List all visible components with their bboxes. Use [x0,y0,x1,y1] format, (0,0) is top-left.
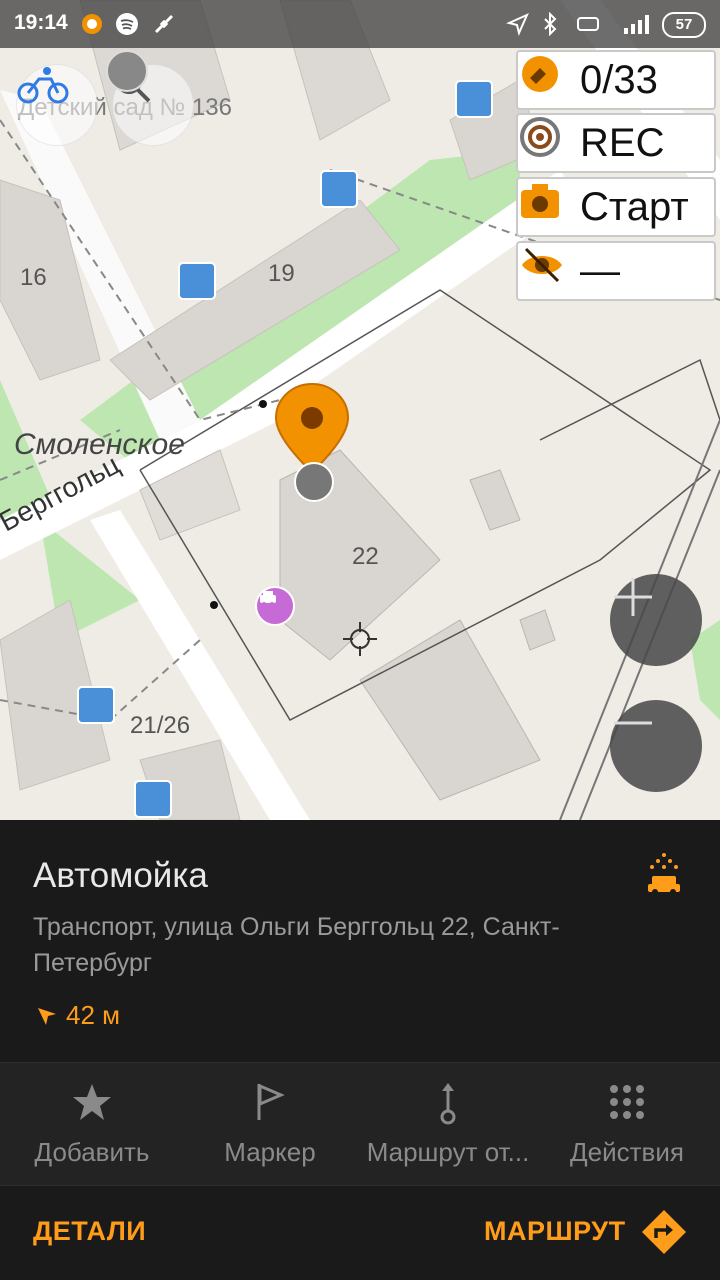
action-bar: Добавить Маркер Маршрут от... Действия [0,1062,720,1186]
eye-off-icon [522,247,562,283]
pedestrian-icon [106,50,148,92]
vibrate-icon [577,17,599,31]
poi-title: Автомойка [33,856,208,895]
zoom-out-button[interactable] [610,700,702,792]
visibility-widget[interactable]: — [516,241,716,301]
dots-grid-icon [610,1085,644,1119]
route-from-icon [440,1083,456,1125]
car-wash-node-icon[interactable] [294,462,334,502]
visibility-value: — [580,248,620,293]
selected-location-pin-icon[interactable] [274,382,350,474]
location-arrow-icon [506,13,529,36]
bicycle-icon [17,67,69,104]
flag-icon [257,1083,285,1120]
battery-indicator: 57 [662,12,706,38]
route-from-button[interactable]: Маршрут от... [358,1063,538,1185]
satellite-icon [522,56,558,92]
plus-icon [614,578,652,616]
status-time: 19:14 [14,11,68,34]
map-label-house-16: 16 [20,264,47,291]
parking-icon[interactable] [178,262,216,300]
signal-icon [624,15,649,34]
photo-note-widget[interactable]: Старт [516,177,716,237]
car-wash-icon [646,852,682,898]
photo-note-value: Старт [580,184,689,229]
add-marker-button[interactable]: Маркер [180,1063,360,1185]
map-label-house-19: 19 [268,260,295,287]
poi-address: Транспорт, улица Ольги Берггольц 22, Сан… [33,913,560,977]
minus-icon [614,721,652,725]
gps-satellites-widget[interactable]: 0/33 [516,50,716,110]
bluetooth-icon [544,12,557,36]
car-wash-poi-icon[interactable] [255,586,295,626]
app-notification-icon [82,14,102,34]
direction-arrow-icon [38,1007,56,1025]
map-label-house-21-26: 21/26 [130,712,191,739]
map-center-crosshair-icon [343,622,377,656]
poi-distance-value: 42 м [66,1000,121,1030]
parking-icon[interactable] [320,170,358,208]
satellite-status-icon [154,14,174,34]
route-diamond-icon[interactable] [640,1208,688,1256]
gps-satellites-value: 0/33 [580,57,658,102]
bicycle-profile-button[interactable] [16,64,98,146]
map-view[interactable]: Детский сад № 136 16 19 22 21/26 Смоленс… [0,0,720,820]
route-from-label: Маршрут от... [366,1137,530,1167]
add-favorite-button[interactable]: Добавить [2,1063,182,1185]
spotify-icon [116,13,138,35]
add-favorite-label: Добавить [34,1137,150,1167]
parking-icon[interactable] [77,686,115,724]
add-marker-label: Маркер [224,1137,316,1167]
map-label-house-22: 22 [352,543,379,570]
parking-icon[interactable] [134,780,172,818]
route-button[interactable]: МАРШРУТ [484,1216,626,1247]
zoom-in-button[interactable] [610,574,702,666]
trip-recording-value: REC [580,120,665,165]
details-button[interactable]: ДЕТАЛИ [33,1216,146,1247]
actions-menu-button[interactable]: Действия [537,1063,717,1185]
parking-icon[interactable] [455,80,493,118]
camera-icon [521,184,559,218]
actions-menu-label: Действия [570,1137,684,1167]
star-icon [73,1084,111,1120]
poi-distance: 42 м [36,1000,120,1031]
trip-recording-widget[interactable]: REC [516,113,716,173]
status-bar: 19:14 57 [0,0,720,48]
record-icon [520,117,560,157]
